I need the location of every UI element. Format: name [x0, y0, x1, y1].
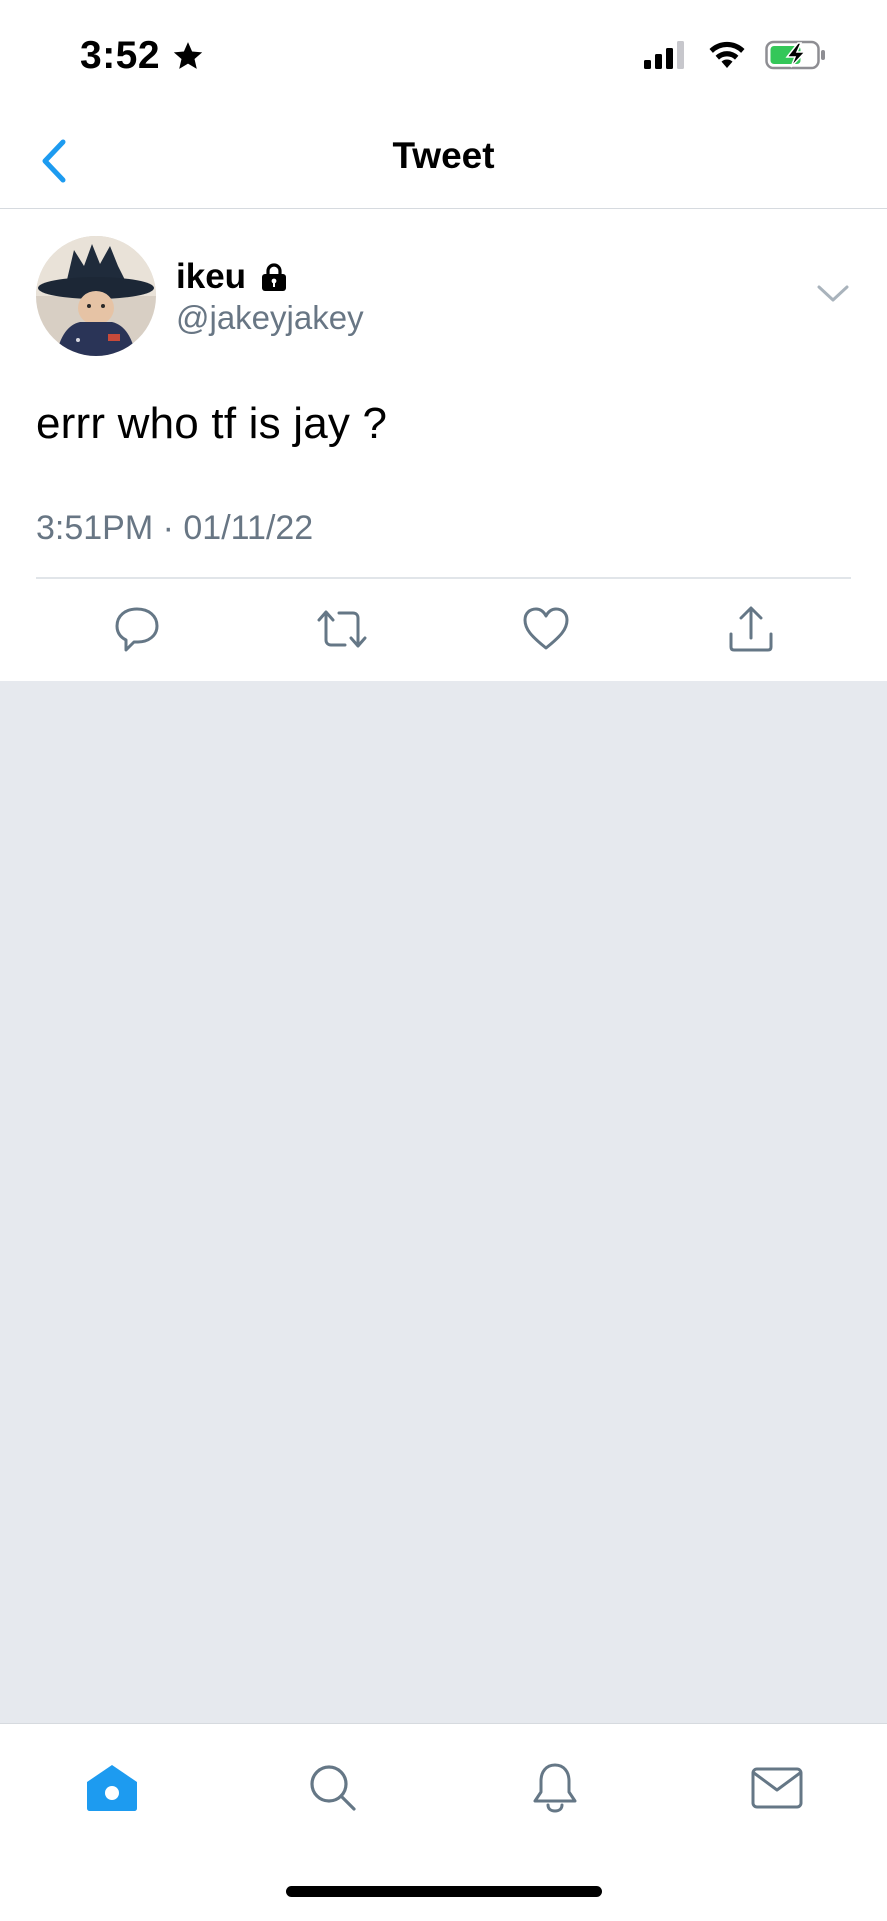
tweet-menu-button[interactable]: [813, 279, 853, 309]
page-title: Tweet: [392, 135, 495, 176]
tweet-card: ikeu @jakeyjakey errr who tf is jay ? 3:…: [0, 209, 887, 681]
avatar[interactable]: [36, 236, 156, 356]
tweet-action-bar: [0, 579, 887, 681]
home-icon: [87, 1765, 137, 1811]
home-indicator[interactable]: [286, 1886, 602, 1897]
cellular-signal-icon: [644, 41, 684, 69]
battery-charging-icon: [765, 40, 825, 70]
status-icons: [643, 40, 827, 70]
author-name-row: ikeu: [176, 257, 290, 297]
author-handle: @jakeyjakey: [176, 299, 364, 336]
bell-icon: [533, 1763, 577, 1813]
mail-icon: [751, 1767, 803, 1809]
reply-button[interactable]: [109, 601, 165, 657]
search-icon: [310, 1765, 356, 1811]
retweet-button[interactable]: [314, 601, 370, 657]
retweet-icon: [317, 610, 367, 648]
star-icon: [173, 42, 203, 69]
reply-icon: [115, 607, 159, 652]
tweet-timestamp: 3:51PM · 01/11/22: [36, 509, 314, 547]
status-bar: 3:52: [0, 0, 887, 115]
heart-icon: [523, 607, 569, 650]
chevron-down-icon: [817, 285, 849, 302]
tab-notifications[interactable]: [523, 1756, 587, 1820]
tab-search[interactable]: [301, 1756, 365, 1820]
tab-home[interactable]: [80, 1756, 144, 1820]
share-button[interactable]: [723, 601, 779, 657]
status-time: 3:52: [80, 34, 161, 77]
share-icon: [729, 606, 773, 652]
tab-messages[interactable]: [745, 1756, 809, 1820]
wifi-icon: [709, 41, 745, 68]
like-button[interactable]: [518, 601, 574, 657]
tweet-text: errr who tf is jay ?: [36, 399, 388, 448]
status-time-group: 3:52: [80, 34, 206, 78]
author-name: ikeu: [176, 257, 247, 296]
nav-bar: Tweet: [0, 115, 887, 209]
lock-icon: [262, 263, 287, 291]
